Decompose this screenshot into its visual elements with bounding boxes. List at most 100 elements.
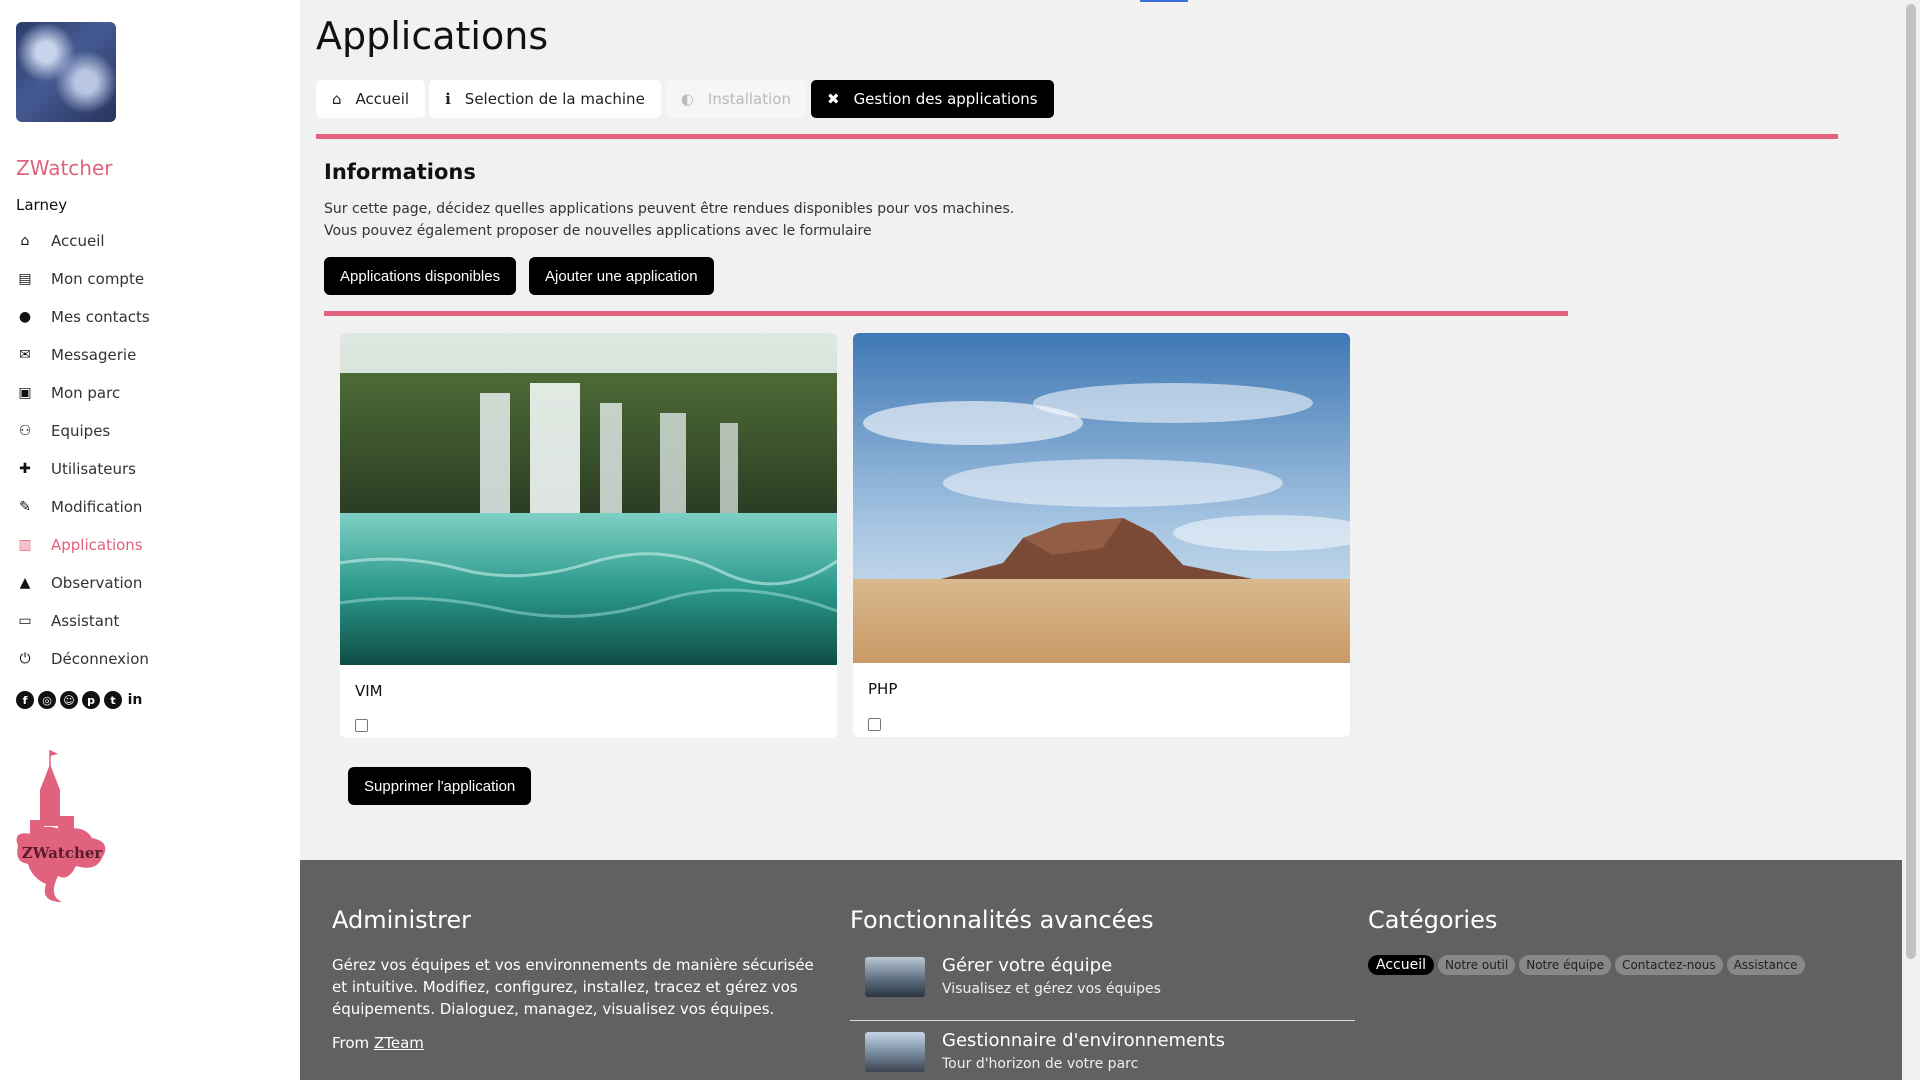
sidebar-item-label: Utilisateurs [51,460,136,478]
sidebar-item-label: Equipes [51,422,111,440]
tab-selection-machine[interactable]: i Selection de la machine [429,80,661,118]
sidebar-item-equipes[interactable]: ⚇ Equipes [16,412,150,450]
sidebar-item-mon-parc[interactable]: ▣ Mon parc [16,374,150,412]
footer-from: From ZTeam [332,1034,424,1052]
footer-categories-title: Catégories [1368,906,1498,934]
app-checkbox-vim[interactable] [355,719,368,732]
avatar[interactable] [16,22,116,122]
main-content: Applications ⌂ Accueil i Selection de la m… [300,0,1902,1080]
sidebar-item-label: Observation [51,574,143,592]
zteam-link[interactable]: ZTeam [374,1034,424,1052]
sidebar-item-modification[interactable]: ✎ Modification [16,488,150,526]
sidebar-item-label: Mon compte [51,270,145,288]
sidebar-item-applications[interactable]: ▥ Applications [16,526,150,564]
feature-title: Gestionnaire d'environnements [942,1030,1225,1051]
divider [316,134,1838,139]
footer-features-title: Fonctionnalités avancées [850,906,1154,934]
category-tag[interactable]: Accueil [1368,955,1434,975]
zwatcher-logo: ZWatcher [16,750,106,902]
sidebar-item-mes-contacts[interactable]: ● Mes contacts [16,298,150,336]
social-links: f ◎ ☺ p t in [16,691,144,709]
home-icon: ⌂ [332,90,342,108]
scrollbar-thumb[interactable] [1906,4,1916,959]
map-icon: ▥ [18,537,32,553]
chalkboard-icon: ▭ [18,613,32,629]
feature-item[interactable]: Gestionnaire d'environnements Tour d'hor… [865,1030,1365,1080]
sidebar-item-label: Applications [51,536,143,554]
tab-label: Selection de la machine [464,90,645,108]
app-card-vim[interactable]: VIM [340,333,837,738]
app-name: PHP [868,680,898,698]
category-tag[interactable]: Notre équipe [1519,955,1612,975]
feature-thumbnail [865,1032,925,1072]
add-app-button[interactable]: Ajouter une application [529,257,714,295]
info-line-2: Vous pouvez également proposer de nouvel… [324,223,872,239]
tab-label: Accueil [355,90,410,108]
home-icon: ⌂ [20,233,30,249]
sidebar-item-utilisateurs[interactable]: ✚ Utilisateurs [16,450,150,488]
category-tag[interactable]: Notre outil [1438,955,1516,975]
info-text: Sur cette page, décidez quelles applicat… [324,198,1014,242]
step-tabs: ⌂ Accueil i Selection de la machine ◐ Insta… [316,80,1054,118]
footer: Administrer Gérez vos équipes et vos env… [300,860,1902,1080]
footer-admin-title: Administrer [332,906,472,934]
users-icon: ⚇ [18,423,32,439]
twitter-icon[interactable]: t [104,691,122,709]
sidebar-item-label: Mon parc [51,384,121,402]
divider [324,311,1568,316]
footer-admin-text: Gérez vos équipes et vos environnements … [332,956,814,1018]
building-icon: ▲ [19,575,31,591]
envelope-icon: ✉ [19,347,31,363]
user-icon: ● [18,309,32,325]
globe-icon: ◐ [680,90,694,108]
delete-app-button[interactable]: Supprimer l'application [348,767,532,805]
sidebar-item-label: Déconnexion [51,650,149,668]
sidebar-item-label: Mes contacts [51,308,150,326]
desert-image [853,333,1350,663]
book-icon: ▣ [18,385,32,401]
pencil-icon: ✎ [19,499,31,515]
category-tags: Accueil Notre outil Notre équipe Contact… [1368,955,1805,975]
available-apps-button[interactable]: Applications disponibles [324,257,517,295]
feature-item[interactable]: Gérer votre équipe Visualisez et gérez v… [865,955,1365,1027]
page-title: Applications [316,14,549,58]
linkedin-icon[interactable]: in [126,691,144,709]
facebook-icon[interactable]: f [16,691,34,709]
sidebar-nav: ⌂ Accueil ▤ Mon compte ● Mes contacts ✉ Mess… [16,222,150,678]
power-icon: ⏻ [19,651,31,667]
feature-thumbnail [865,957,925,997]
sidebar-item-label: Assistant [51,612,120,630]
sidebar-item-label: Modification [51,498,143,516]
brand-name[interactable]: ZWatcher [16,156,113,180]
info-icon: i [445,90,451,108]
sidebar-item-assistant[interactable]: ▭ Assistant [16,602,150,640]
sidebar-item-label: Messagerie [51,346,137,364]
info-title: Informations [324,160,476,184]
sidebar-item-messagerie[interactable]: ✉ Messagerie [16,336,150,374]
instagram-icon[interactable]: ◎ [38,691,56,709]
feature-subtitle: Tour d'horizon de votre parc [942,1056,1139,1072]
scrollbar[interactable] [1902,0,1920,1080]
user-name: Larney [16,196,68,214]
pinterest-icon[interactable]: p [82,691,100,709]
sidebar-item-deconnexion[interactable]: ⏻ Déconnexion [16,640,150,678]
tab-installation: ◐ Installation [664,80,807,118]
app-checkbox-php[interactable] [868,718,881,731]
feature-title: Gérer votre équipe [942,955,1113,976]
category-tag[interactable]: Assistance [1726,955,1805,975]
sidebar: ZWatcher Larney ⌂ Accueil ▤ Mon compte ● Me… [0,0,300,1080]
waterfall-image [340,333,837,665]
tab-accueil[interactable]: ⌂ Accueil [316,80,426,118]
feature-subtitle: Visualisez et gérez vos équipes [942,981,1161,997]
tab-label: Gestion des applications [853,90,1038,108]
category-tag[interactable]: Contactez-nous [1615,955,1723,975]
sidebar-item-accueil[interactable]: ⌂ Accueil [16,222,150,260]
app-card-php[interactable]: PHP [853,333,1350,737]
feature-divider [850,1020,1355,1021]
snapchat-icon[interactable]: ☺ [60,691,78,709]
sidebar-item-label: Accueil [51,232,105,250]
svg-text:ZWatcher: ZWatcher [22,844,104,862]
sidebar-item-mon-compte[interactable]: ▤ Mon compte [16,260,150,298]
tab-gestion-applications[interactable]: ✖ Gestion des applications [810,80,1054,118]
sidebar-item-observation[interactable]: ▲ Observation [16,564,150,602]
